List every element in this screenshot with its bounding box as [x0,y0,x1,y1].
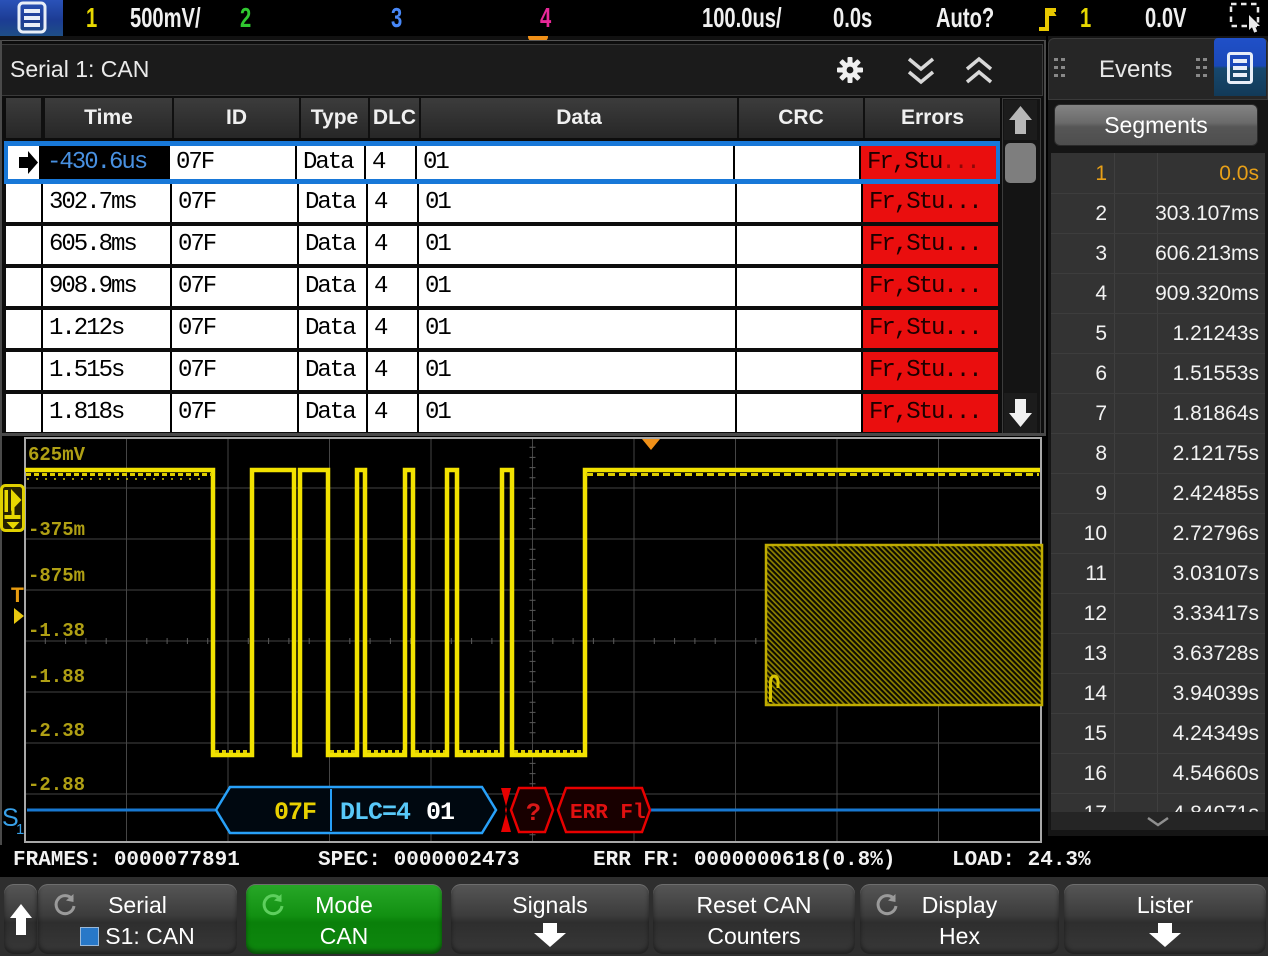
svg-text:ERR Fl: ERR Fl [570,802,646,825]
svg-text:1: 1 [16,821,24,838]
svg-text:-2.88: -2.88 [28,774,85,796]
svg-text:-1.88: -1.88 [28,666,85,688]
svg-text:625mV: 625mV [28,444,86,466]
svg-text:DLC=4: DLC=4 [340,798,411,827]
svg-text:?: ? [526,799,541,828]
svg-text:07F: 07F [274,798,316,827]
svg-text:-375m: -375m [28,519,85,541]
svg-text:-875m: -875m [28,565,85,587]
svg-text:01: 01 [426,798,454,827]
svg-text:T: T [11,584,24,607]
svg-text:-1.38: -1.38 [28,620,85,642]
svg-text:-2.38: -2.38 [28,720,85,742]
